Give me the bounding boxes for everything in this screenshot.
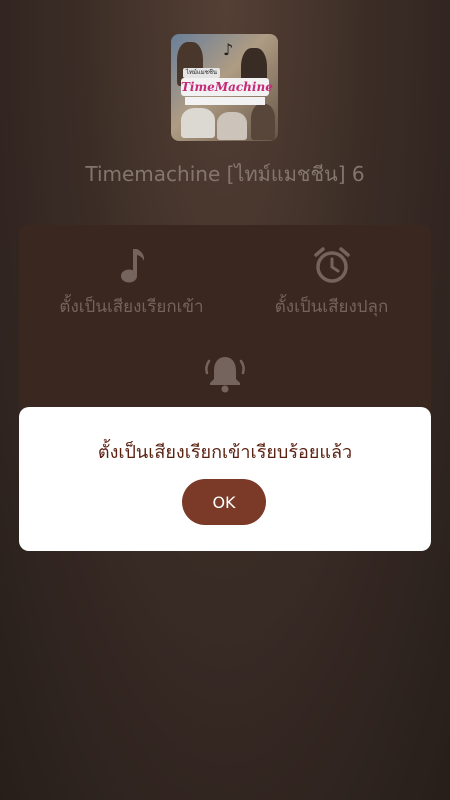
ok-button[interactable]: OK (182, 479, 266, 525)
ringtone-screen: ♪ ไทม์แมชชีน TimeMachine Timemachine [ไท… (0, 0, 450, 800)
dialog-message: ตั้งเป็นเสียงเรียกเข้าเรียบร้อยแล้ว (97, 442, 353, 463)
dialog-scrim (0, 0, 450, 800)
confirmation-dialog: ตั้งเป็นเสียงเรียกเข้าเรียบร้อยแล้ว OK (19, 407, 431, 551)
